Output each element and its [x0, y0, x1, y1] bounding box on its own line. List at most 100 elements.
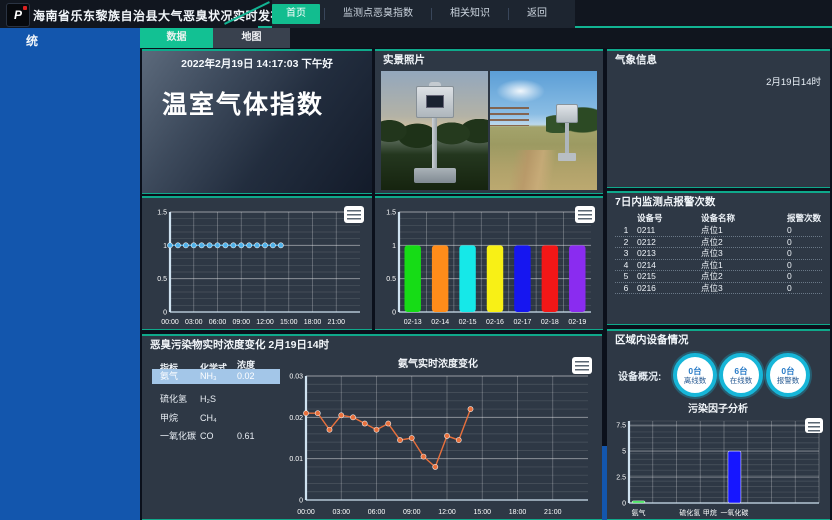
svg-text:甲烷: 甲烷: [703, 508, 717, 517]
chart-menu-icon[interactable]: [805, 418, 823, 433]
svg-text:02-16: 02-16: [486, 319, 504, 326]
svg-text:03:00: 03:00: [185, 319, 203, 326]
device-base: [558, 153, 576, 161]
nav-home[interactable]: 首页: [272, 4, 320, 24]
svg-text:18:00: 18:00: [509, 509, 527, 516]
svg-text:硫化氢: 硫化氢: [679, 508, 700, 517]
svg-text:0.01: 0.01: [289, 456, 303, 463]
svg-text:02-14: 02-14: [431, 319, 449, 326]
svg-text:02-19: 02-19: [568, 319, 586, 326]
pollutant-row-ch4[interactable]: 甲烷CH₄: [152, 411, 280, 426]
svg-text:0: 0: [622, 501, 626, 508]
pollutant-row-ammonia[interactable]: 氨气NH₃0.02: [152, 369, 280, 384]
alarm-panel-title: 7日内监测点报警次数: [607, 193, 830, 212]
nav-separator: [431, 8, 432, 20]
alarm-table-header: 设备号 设备名称 报警次数: [615, 212, 822, 225]
device-screen: [426, 95, 444, 108]
device-box: [556, 104, 578, 123]
svg-text:1.5: 1.5: [157, 210, 167, 217]
photo-strip: [380, 71, 598, 190]
alarm-count-badge: 0台报警数: [766, 353, 810, 397]
nav-back[interactable]: 返回: [513, 4, 561, 24]
photo-fence: [490, 107, 529, 126]
nav-knowledge[interactable]: 相关知识: [436, 4, 504, 24]
nav-odor-index[interactable]: 监测点恶臭指数: [329, 4, 427, 24]
weather-panel-title: 气象信息: [607, 51, 830, 70]
site-photo-field: [490, 71, 597, 190]
svg-text:7.5: 7.5: [616, 423, 626, 430]
photos-panel-title: 实景照片: [375, 51, 603, 70]
tab-map[interactable]: 地图: [213, 28, 290, 48]
main-nav: 首页 监测点恶臭指数 相关知识 返回: [272, 0, 575, 28]
table-row: 10211 点位10: [615, 225, 822, 237]
weather-time: 2月19日14时: [766, 74, 821, 88]
device-box: [416, 86, 454, 118]
svg-text:02-18: 02-18: [541, 319, 559, 326]
tab-bar: 数据 地图: [140, 28, 832, 48]
daily-index-chart-panel: 00.511.502-1302-1402-1502-1602-1702-1802…: [375, 196, 603, 330]
tab-data[interactable]: 数据: [140, 28, 213, 48]
chart-menu-icon[interactable]: [344, 206, 364, 223]
svg-text:0.5: 0.5: [157, 276, 167, 283]
site-photo-dusk: [381, 71, 488, 190]
device-overview-label: 设备概况:: [618, 368, 661, 383]
svg-text:0: 0: [299, 498, 303, 505]
svg-text:06:00: 06:00: [209, 319, 227, 326]
weather-panel: 气象信息 2月19日14时: [607, 49, 830, 188]
svg-text:15:00: 15:00: [280, 319, 298, 326]
svg-text:12:00: 12:00: [438, 509, 456, 516]
photos-panel: 实景照片: [375, 49, 603, 194]
header: P 海南省乐东黎族自治县大气恶臭状况实时发布系 首页 监测点恶臭指数 相关知识 …: [0, 0, 832, 28]
ammonia-chart-title: 氨气实时浓度变化: [278, 355, 598, 370]
device-status-panel: 区域内设备情况 设备概况: 0台离线数 6台在线数 0台报警数 污染因子分析 0…: [607, 329, 830, 520]
monitoring-device: [405, 82, 465, 183]
photo-cloud: [494, 78, 553, 104]
device-base: [414, 168, 456, 183]
svg-text:21:00: 21:00: [327, 319, 345, 326]
nav-separator: [324, 8, 325, 20]
svg-text:18:00: 18:00: [304, 319, 322, 326]
status-chart-panel: 00.511.500:0003:0006:0009:0012:0015:0018…: [142, 196, 372, 330]
svg-text:15:00: 15:00: [473, 509, 491, 516]
svg-text:一氧化碳: 一氧化碳: [720, 508, 748, 517]
current-datetime: 2022年2月19日 14:17:03 下午好: [142, 56, 372, 71]
svg-text:02-17: 02-17: [513, 319, 531, 326]
svg-text:02-15: 02-15: [459, 319, 477, 326]
svg-text:21:00: 21:00: [544, 509, 562, 516]
svg-text:00:00: 00:00: [161, 319, 179, 326]
daily-index-bar-chart[interactable]: 00.511.502-1302-1402-1502-1602-1702-1802…: [379, 202, 599, 328]
device-panel-title: 区域内设备情况: [607, 331, 830, 350]
pollutant-row-co[interactable]: 一氧化碳CO0.61: [152, 429, 280, 444]
svg-text:0.02: 0.02: [289, 415, 303, 422]
svg-text:氨气: 氨气: [632, 508, 646, 517]
realtime-panel-title: 恶臭污染物实时浓度变化 2月19日14时: [142, 336, 602, 355]
pollution-factor-title: 污染因子分析: [611, 400, 825, 415]
monitoring-device: [550, 104, 584, 161]
online-count-badge: 6台在线数: [719, 353, 763, 397]
chart-menu-icon[interactable]: [572, 357, 592, 374]
ammonia-line-chart[interactable]: 00.010.020.0300:0003:0006:0009:0012:0015…: [278, 370, 598, 518]
svg-text:0.03: 0.03: [289, 374, 303, 381]
table-row: 40214 点位10: [615, 260, 822, 272]
table-row: 50215 点位20: [615, 271, 822, 283]
svg-text:0.5: 0.5: [386, 276, 396, 283]
app-logo-icon: P: [6, 3, 30, 27]
alarm-table: 设备号 设备名称 报警次数 10211 点位10 20212 点位20 3021…: [615, 212, 822, 294]
status-line-chart[interactable]: 00.511.500:0003:0006:0009:0012:0015:0018…: [146, 202, 368, 328]
chart-menu-icon[interactable]: [575, 206, 595, 223]
alarm-count-panel: 7日内监测点报警次数 设备号 设备名称 报警次数 10211 点位10 2021…: [607, 191, 830, 325]
svg-text:1: 1: [392, 243, 396, 250]
svg-text:09:00: 09:00: [232, 319, 250, 326]
svg-text:00:00: 00:00: [297, 509, 315, 516]
page-title: 温室气体指数: [162, 85, 324, 121]
pollutant-row-h2s[interactable]: 硫化氢H₂S: [152, 392, 280, 407]
svg-text:0: 0: [392, 310, 396, 317]
nav-separator: [508, 8, 509, 20]
table-row: 60216 点位30: [615, 283, 822, 295]
svg-text:1: 1: [163, 243, 167, 250]
device-pole: [565, 123, 569, 153]
table-row: 20212 点位20: [615, 237, 822, 249]
pollution-factor-bar-chart[interactable]: 02.557.5氨气硫化氢甲烷一氧化碳: [611, 415, 825, 519]
table-row: 30213 点位30: [615, 248, 822, 260]
svg-text:2.5: 2.5: [616, 475, 626, 482]
